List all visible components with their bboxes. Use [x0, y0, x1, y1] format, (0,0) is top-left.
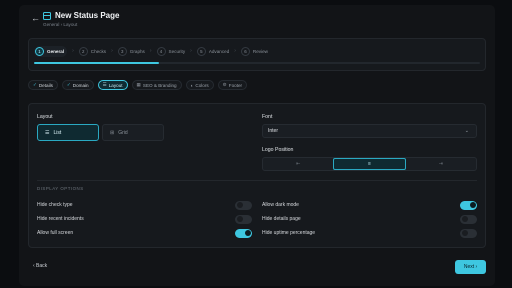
step-separator-icon: ›: [190, 48, 192, 54]
step-label: Review: [252, 48, 268, 54]
option-label: Allow dark mode: [262, 202, 299, 208]
option-label: Hide recent incidents: [37, 216, 84, 222]
palette-icon: ◐: [190, 82, 194, 88]
chevron-down-icon: ⌄: [464, 128, 469, 134]
step-checks[interactable]: 2 Checks: [78, 46, 107, 56]
align-left-icon: ⇤: [296, 161, 301, 167]
check-icon: ✓: [66, 82, 71, 87]
list-icon: ☰: [102, 82, 107, 87]
step-label: Checks: [90, 48, 107, 54]
step-separator-icon: ›: [149, 48, 152, 54]
tab-label: Domain: [72, 82, 89, 88]
image-icon: ▦: [136, 82, 141, 87]
tab-details[interactable]: ✓ Details: [28, 80, 58, 90]
step-general[interactable]: 1 General: [34, 45, 68, 57]
logo-position-left[interactable]: ⇤: [263, 158, 333, 170]
step-number: 4: [156, 46, 166, 56]
status-page-icon: [43, 12, 51, 20]
step-review[interactable]: 6 Review: [240, 46, 268, 56]
stepper: 1 General › 2 Checks › 3 Graphs › 4 Secu…: [34, 45, 268, 57]
hide-uptime-percentage-toggle[interactable]: [460, 228, 477, 238]
tab-label: Details: [38, 82, 53, 88]
step-separator-icon: ›: [234, 48, 236, 54]
step-number: 3: [117, 46, 127, 56]
step-label: Security: [168, 48, 186, 54]
hide-check-type-toggle[interactable]: [235, 200, 252, 210]
tab-domain[interactable]: ✓ Domain: [61, 80, 94, 90]
allow-dark-mode-toggle[interactable]: [460, 200, 477, 210]
page-title: New Status Page: [55, 11, 120, 20]
tab-colors[interactable]: ◐ Colors: [185, 80, 214, 90]
tab-label: Colors: [195, 82, 209, 88]
step-label: Graphs: [129, 48, 145, 54]
option-label: Hide uptime percentage: [262, 230, 316, 236]
font-select-value: Inter: [268, 128, 279, 134]
step-separator-icon: ›: [72, 48, 74, 54]
breadcrumb: General › Layout: [43, 22, 78, 27]
hide-details-page-toggle[interactable]: [460, 214, 477, 224]
stepper-card: 1 General › 2 Checks › 3 Graphs › 4 Secu…: [28, 38, 486, 71]
step-pill: 1 General: [34, 45, 68, 57]
progress-bar: [34, 62, 480, 64]
option-label: Hide details page: [262, 216, 301, 222]
step-label: Advanced: [208, 48, 230, 54]
next-button-label: Next ›: [463, 264, 478, 270]
back-button[interactable]: ‹ Back: [33, 263, 47, 269]
tab-seo-branding[interactable]: ▦ SEO & Branding: [131, 80, 182, 90]
align-right-icon: ⇥: [438, 161, 443, 167]
tab-label: SEO & Branding: [142, 82, 177, 88]
tab-footer[interactable]: ⚙ Footer: [217, 80, 248, 90]
check-icon: ✓: [33, 82, 37, 87]
back-arrow-icon[interactable]: ←: [31, 14, 40, 23]
grid-icon: ⊞: [110, 129, 115, 136]
layout-list-option[interactable]: ☰ List: [37, 124, 99, 141]
option-label: Hide check type: [37, 202, 73, 208]
logo-position-label: Logo Position: [262, 147, 294, 153]
option-label: Allow full screen: [37, 230, 74, 236]
layout-grid-option[interactable]: ⊞ Grid: [102, 124, 164, 141]
layout-option-label: Grid: [118, 129, 128, 136]
font-select[interactable]: Inter ⌄: [262, 124, 477, 138]
next-button[interactable]: Next ›: [455, 260, 486, 274]
step-separator-icon: ›: [111, 48, 113, 54]
layout-label: Layout: [37, 114, 53, 120]
logo-position-right[interactable]: ⇥: [406, 158, 476, 170]
step-advanced[interactable]: 5 Advanced: [196, 46, 230, 56]
display-options-heading: DISPLAY OPTIONS: [37, 186, 84, 191]
tab-label: Footer: [228, 82, 243, 88]
step-number: 6: [240, 46, 250, 56]
step-security[interactable]: 4 Security: [156, 46, 186, 56]
hide-recent-incidents-toggle[interactable]: [235, 214, 252, 224]
logo-position-group: ⇤ ≡ ⇥: [262, 157, 477, 171]
layout-option-label: List: [53, 129, 62, 136]
list-icon: ☰: [45, 129, 50, 136]
tab-layout[interactable]: ☰ Layout: [97, 80, 128, 90]
step-graphs[interactable]: 3 Graphs: [117, 46, 145, 56]
logo-position-center[interactable]: ≡: [333, 158, 406, 170]
step-number: 1: [35, 46, 44, 56]
font-label: Font: [262, 114, 273, 120]
step-number: 5: [196, 46, 206, 56]
gear-icon: ⚙: [222, 82, 227, 87]
page-header: ← New Status Page General › Layout: [28, 10, 328, 30]
layout-settings-card: Layout ☰ List ⊞ Grid Font Inter ⌄ Logo P…: [28, 103, 486, 248]
tab-label: Layout: [108, 82, 123, 88]
allow-full-screen-toggle[interactable]: [235, 228, 252, 238]
align-center-icon: ≡: [368, 161, 371, 167]
section-tabs: ✓ Details ✓ Domain ☰ Layout ▦ SEO & Bran…: [28, 80, 248, 90]
step-number: 2: [78, 46, 88, 56]
section-divider: [37, 180, 477, 181]
progress-fill: [34, 62, 159, 64]
step-label: General: [47, 48, 65, 54]
